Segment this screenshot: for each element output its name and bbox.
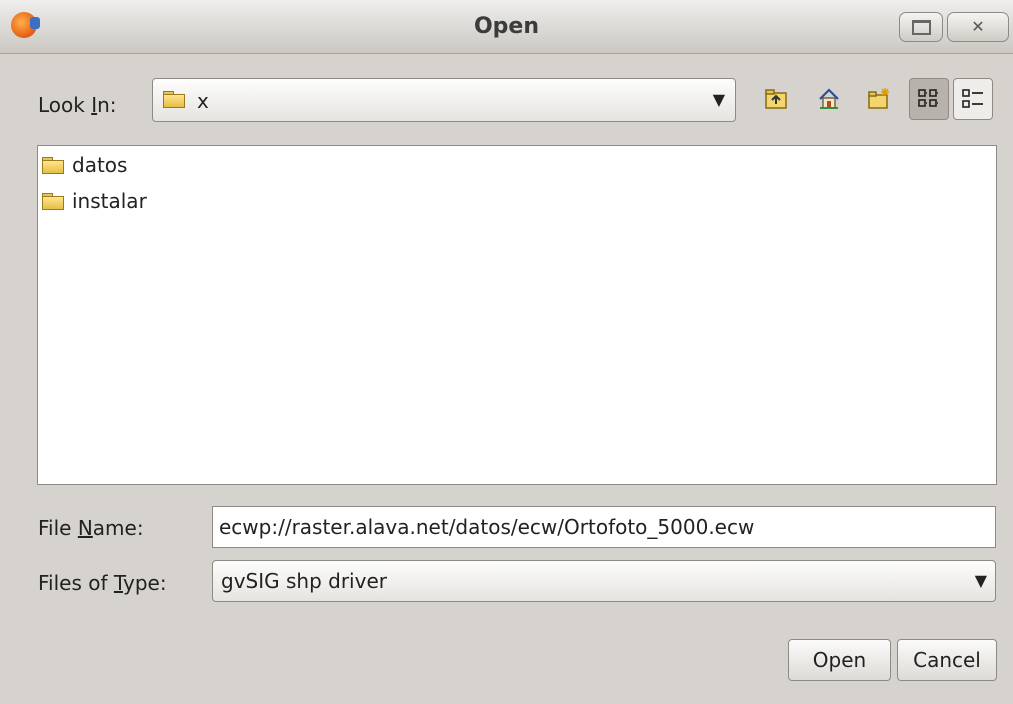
list-item[interactable]: instalar — [42, 186, 147, 216]
look-in-label: Look In: — [38, 93, 117, 117]
home-button[interactable] — [809, 78, 849, 120]
details-view-button[interactable] — [953, 78, 993, 120]
window-title: Open — [473, 14, 540, 39]
list-item[interactable]: datos — [42, 150, 127, 180]
chevron-down-icon: ▼ — [712, 90, 725, 109]
file-name-input[interactable] — [212, 506, 996, 548]
files-of-type-combo[interactable]: gvSIG shp driver ▼ — [212, 560, 996, 602]
folder-icon — [163, 91, 185, 108]
folder-icon — [42, 156, 64, 174]
up-one-level-button[interactable] — [756, 78, 796, 120]
create-new-folder-button[interactable] — [859, 78, 899, 120]
up-folder-icon — [765, 89, 787, 109]
home-icon — [819, 88, 839, 109]
new-folder-icon — [868, 88, 889, 109]
list-item-label: instalar — [72, 189, 147, 213]
chevron-down-icon: ▼ — [974, 571, 987, 590]
cancel-button[interactable]: Cancel — [897, 639, 997, 681]
list-item-label: datos — [72, 153, 128, 177]
maximize-icon — [911, 20, 931, 35]
list-view-button[interactable] — [909, 78, 949, 120]
list-view-icon — [918, 89, 939, 107]
folder-icon — [42, 192, 64, 210]
open-dialog: Open ✕ Look In: x ▼ datos instalar File … — [0, 0, 1013, 704]
files-of-type-label: Files of Type: — [38, 571, 167, 595]
details-view-icon — [962, 89, 983, 108]
close-icon: ✕ — [971, 17, 985, 36]
look-in-combo[interactable]: x ▼ — [152, 78, 736, 122]
open-button[interactable]: Open — [788, 639, 891, 681]
look-in-value: x — [197, 89, 209, 113]
files-of-type-value: gvSIG shp driver — [221, 569, 387, 593]
file-name-label: File Name: — [38, 516, 144, 540]
maximize-button[interactable] — [899, 12, 943, 42]
file-list[interactable]: datos instalar — [37, 145, 997, 485]
close-button[interactable]: ✕ — [947, 12, 1009, 42]
title-bar[interactable]: Open ✕ — [0, 0, 1013, 54]
